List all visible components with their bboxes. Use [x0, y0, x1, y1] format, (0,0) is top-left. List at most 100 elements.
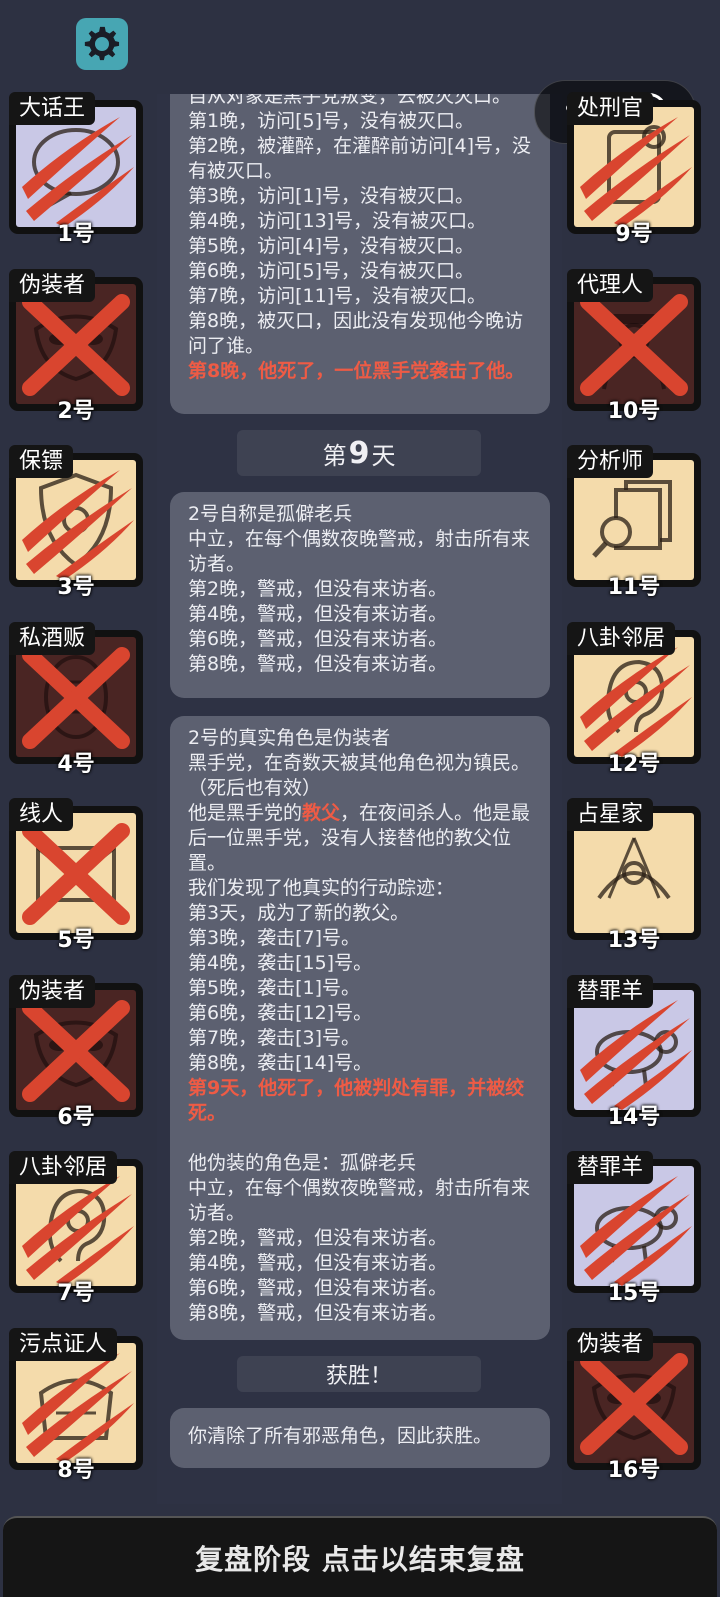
log-line: 第8晚，警戒，但没有来访者。: [188, 653, 448, 675]
claimed-role-card: 2号自称是孤僻老兵 中立，在每个偶数夜晚警戒，射击所有来访者。 第2晚，警戒，但没有…: [170, 492, 550, 698]
log-line: 第6晚，警戒，但没有来访者。: [188, 1277, 448, 1299]
victory-text: 你清除了所有邪恶角色，因此获胜。: [188, 1425, 493, 1447]
player-role-label: 伪装者: [9, 974, 96, 1008]
player-card[interactable]: 替罪羊 15号: [567, 1151, 703, 1311]
eliminated-x-mark-icon: [22, 999, 130, 1102]
player-role-label: 替罪羊: [567, 1151, 654, 1184]
eliminated-x-mark-icon: [580, 293, 688, 396]
claw-scratch-mark-icon: [580, 1176, 692, 1286]
player-number: 14号: [607, 1104, 661, 1130]
player-card[interactable]: 保镖 3号: [9, 445, 145, 605]
player-portrait: [16, 1342, 136, 1463]
log-line: 第6晚，警戒，但没有来访者。: [188, 628, 448, 650]
player-card[interactable]: 八卦邻居 12号: [567, 621, 703, 782]
player-number: 16号: [607, 1457, 661, 1483]
end-review-button[interactable]: 复盘阶段 点击以结束复盘: [3, 1516, 717, 1597]
log-line: 第3晚，袭击[7]号。: [188, 927, 361, 949]
player-number: 11号: [607, 575, 661, 600]
player-portrait: [574, 813, 694, 933]
player-card[interactable]: 线人 5号: [9, 798, 145, 958]
player-card[interactable]: 替罪羊 14号: [567, 974, 703, 1135]
player-card[interactable]: 伪装者 6号: [9, 974, 145, 1135]
player-card[interactable]: 伪装者 16号: [567, 1327, 703, 1488]
player-number: 7号: [57, 1281, 95, 1306]
player-role-label: 大话王: [9, 92, 96, 125]
player-role-label: 占星家: [567, 798, 654, 831]
player-number: 5号: [57, 928, 95, 953]
player-portrait: [574, 283, 694, 404]
claw-scratch-mark-icon: [580, 646, 692, 757]
player-number: 6号: [57, 1104, 95, 1130]
documents-magnifier-icon: [592, 480, 672, 558]
log-line: 第2晚，警戒，但没有来访者。: [188, 578, 448, 600]
player-number: 4号: [57, 751, 95, 777]
settings-gear-button[interactable]: [76, 18, 128, 70]
player-portrait: [16, 460, 136, 580]
player-card[interactable]: 大话王 1号: [9, 92, 145, 252]
review-log-panel[interactable]: 自从对象是黑手党叛变，去被灭灭口。第1晚，访问[5]号，没有被灭口。第2晚，被灌…: [157, 94, 562, 1504]
godfather-pre: 他是黑手党的: [188, 802, 303, 824]
log-line: 第8晚，袭击[14]号。: [188, 1052, 373, 1074]
log-line: 2号的真实角色是伪装者: [188, 727, 391, 749]
victory-card: 你清除了所有邪恶角色，因此获胜。: [170, 1408, 550, 1468]
claw-scratch-mark-icon: [22, 470, 134, 580]
player-role-label: 伪装者: [567, 1327, 654, 1361]
log-line: 第1晚，访问[5]号，没有被灭口。: [188, 110, 475, 132]
eliminated-x-mark-icon: [22, 646, 130, 749]
log-death-line: 第9天，他死了，他被判处有罪，并被绞死。: [188, 1077, 525, 1124]
day-divider: 第9天: [237, 430, 481, 476]
player-portrait: [16, 1166, 136, 1286]
player-role-label: 替罪羊: [567, 974, 654, 1008]
player-number: 13号: [607, 928, 661, 953]
eliminated-x-mark-icon: [22, 293, 130, 396]
log-line: 第7晚，访问[11]号，没有被灭口。: [188, 285, 487, 307]
player-portrait: [574, 1166, 694, 1286]
end-review-label: 复盘阶段 点击以结束复盘: [195, 1542, 525, 1576]
player-role-label: 代理人: [567, 268, 654, 302]
eliminated-x-mark-icon: [580, 1352, 688, 1455]
player-card[interactable]: 伪装者 2号: [9, 268, 145, 429]
log-line: 中立，在每个偶数夜晚警戒，射击所有来访者。: [188, 1177, 531, 1224]
log-line: 第8晚，被灭口，因此没有发现他今晚访问了谁。: [188, 310, 524, 357]
player-log-card: 自从对象是黑手党叛变，去被灭灭口。第1晚，访问[5]号，没有被灭口。第2晚，被灌…: [170, 94, 550, 414]
log-line: 他伪装的角色是：孤僻老兵: [188, 1152, 417, 1174]
victory-divider: 获胜！: [237, 1356, 481, 1392]
player-card[interactable]: 分析师 11号: [567, 445, 703, 605]
log-line: 第2晚，警戒，但没有来访者。: [188, 1227, 448, 1249]
player-card[interactable]: 处刑官 9号: [567, 92, 703, 252]
player-portrait: [574, 460, 694, 580]
player-card[interactable]: 代理人 10号: [567, 268, 703, 429]
player-number: 12号: [607, 751, 661, 777]
log-line: 中立，在每个偶数夜晚警戒，射击所有来访者。: [188, 528, 531, 575]
player-portrait: [16, 989, 136, 1110]
player-portrait: [16, 813, 136, 933]
player-role-label: 线人: [9, 798, 74, 831]
day-number: 9: [348, 435, 370, 471]
player-number: 3号: [57, 575, 95, 600]
player-role-label: 私酒贩: [9, 621, 96, 655]
log-spacer: [188, 1126, 532, 1151]
log-line: 第2晚，被灌醉，在灌醉前访问[4]号，没有被灭口。: [188, 135, 532, 182]
log-line: 第4晚，访问[13]号，没有被灭口。: [188, 210, 487, 232]
log-line: 第7晚，袭击[3]号。: [188, 1027, 361, 1049]
log-line: 第6晚，访问[5]号，没有被灭口。: [188, 260, 475, 282]
player-card[interactable]: 私酒贩 4号: [9, 621, 145, 782]
log-line: 自从对象是黑手党叛变，去被灭灭口。: [188, 94, 512, 107]
true-role-card: 2号的真实角色是伪装者黑手党，在奇数天被其他角色视为镇民。（死后也有效） 他是黑手…: [170, 716, 550, 1340]
player-role-label: 伪装者: [9, 268, 96, 302]
day-suffix: 天: [371, 441, 396, 470]
log-line: 黑手党，在奇数天被其他角色视为镇民。（死后也有效）: [188, 752, 531, 799]
log-line: 第4晚，警戒，但没有来访者。: [188, 1252, 448, 1274]
gear-icon: [84, 26, 120, 61]
sextant-icon: [597, 837, 671, 900]
claw-scratch-mark-icon: [22, 1176, 134, 1286]
player-role-label: 八卦邻居: [9, 1151, 118, 1184]
log-line: 第4晚，袭击[15]号。: [188, 952, 373, 974]
log-line: 第3天，成为了新的教父。: [188, 902, 410, 924]
player-card[interactable]: 八卦邻居 7号: [9, 1151, 145, 1311]
player-card[interactable]: 污点证人 8号: [9, 1327, 145, 1488]
log-line: 第3晚，访问[1]号，没有被灭口。: [188, 185, 475, 207]
player-card[interactable]: 占星家 13号: [567, 798, 703, 958]
player-number: 15号: [607, 1281, 661, 1306]
log-line: 第5晚，访问[4]号，没有被灭口。: [188, 235, 475, 257]
